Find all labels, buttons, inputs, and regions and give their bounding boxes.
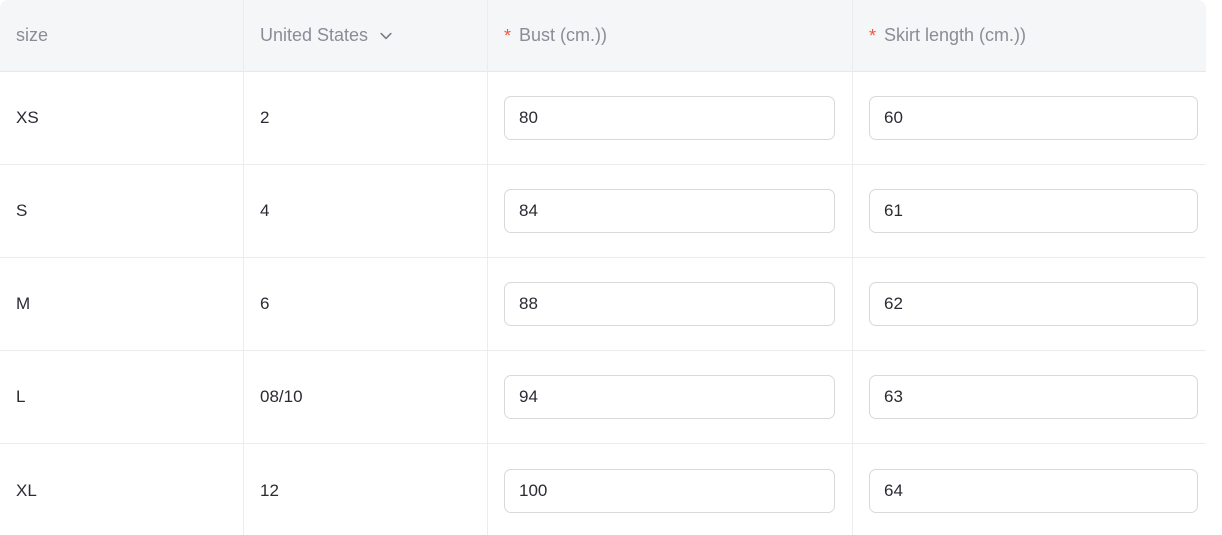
bust-input[interactable] xyxy=(504,282,835,326)
chevron-down-icon[interactable] xyxy=(378,28,394,44)
cell-united-states: 2 xyxy=(244,72,488,165)
table-row: S 4 xyxy=(0,165,1206,258)
required-marker-skirt-length: * xyxy=(869,25,877,46)
column-header-size-label: size xyxy=(16,25,49,45)
table-header-row: size United States * Bust (cm.)) * Skirt… xyxy=(0,0,1206,72)
column-header-bust-label: Bust (cm.)) xyxy=(519,25,608,45)
cell-united-states: 08/10 xyxy=(244,351,488,444)
cell-size: XS xyxy=(0,72,244,165)
cell-skirt-length xyxy=(853,444,1206,535)
table-row: M 6 xyxy=(0,258,1206,351)
cell-bust xyxy=(488,351,853,444)
column-header-size: size xyxy=(0,0,244,72)
cell-bust xyxy=(488,444,853,535)
bust-input[interactable] xyxy=(504,375,835,419)
column-header-united-states[interactable]: United States xyxy=(244,0,488,72)
cell-skirt-length xyxy=(853,258,1206,351)
united-states-value: 6 xyxy=(260,294,270,313)
cell-skirt-length xyxy=(853,72,1206,165)
cell-skirt-length xyxy=(853,351,1206,444)
united-states-value: 4 xyxy=(260,201,270,220)
size-value: XS xyxy=(16,108,39,127)
bust-input[interactable] xyxy=(504,189,835,233)
column-header-skirt-length-label: Skirt length (cm.)) xyxy=(884,25,1027,45)
size-chart-table: size United States * Bust (cm.)) * Skirt… xyxy=(0,0,1206,535)
skirt-length-input[interactable] xyxy=(869,375,1198,419)
cell-skirt-length xyxy=(853,165,1206,258)
cell-united-states: 4 xyxy=(244,165,488,258)
size-chart-page: size United States * Bust (cm.)) * Skirt… xyxy=(0,0,1222,535)
table-body: XS 2 S 4 xyxy=(0,72,1206,535)
column-header-bust: * Bust (cm.)) xyxy=(488,0,853,72)
column-header-united-states-label: United States xyxy=(260,25,369,45)
size-value: S xyxy=(16,201,28,220)
table-row: XL 12 xyxy=(0,444,1206,535)
size-value: XL xyxy=(16,480,37,500)
bust-input[interactable] xyxy=(504,96,835,140)
cell-size: XL xyxy=(0,444,244,535)
cell-size: S xyxy=(0,165,244,258)
cell-united-states: 6 xyxy=(244,258,488,351)
column-header-skirt-length: * Skirt length (cm.)) xyxy=(853,0,1206,72)
skirt-length-input[interactable] xyxy=(869,282,1198,326)
size-value: L xyxy=(16,387,26,406)
table-row: XS 2 xyxy=(0,72,1206,165)
skirt-length-input[interactable] xyxy=(869,189,1198,233)
cell-size: M xyxy=(0,258,244,351)
cell-size: L xyxy=(0,351,244,444)
table-row: L 08/10 xyxy=(0,351,1206,444)
cell-bust xyxy=(488,165,853,258)
cell-bust xyxy=(488,72,853,165)
cell-bust xyxy=(488,258,853,351)
table-header: size United States * Bust (cm.)) * Skirt… xyxy=(0,0,1206,72)
required-marker-bust: * xyxy=(504,25,512,46)
skirt-length-input[interactable] xyxy=(869,468,1198,513)
united-states-value: 08/10 xyxy=(260,387,303,406)
united-states-value: 2 xyxy=(260,108,270,127)
cell-united-states: 12 xyxy=(244,444,488,535)
united-states-value: 12 xyxy=(260,480,279,500)
size-value: M xyxy=(16,294,31,313)
skirt-length-input[interactable] xyxy=(869,96,1198,140)
bust-input[interactable] xyxy=(504,468,835,513)
